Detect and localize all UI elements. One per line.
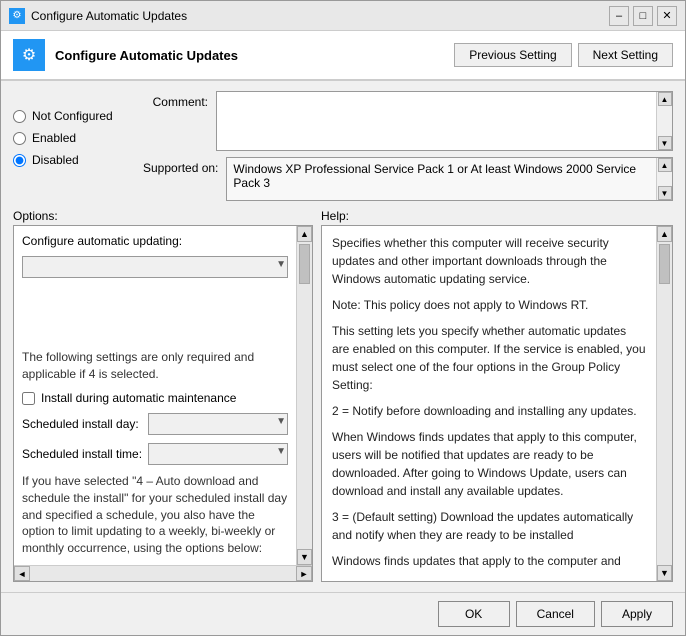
window-title: Configure Automatic Updates [31,9,187,23]
previous-setting-button[interactable]: Previous Setting [454,43,571,67]
radio-disabled-input[interactable] [13,154,26,167]
right-fields: Comment: ▲ ▼ Supported on: Windows X [143,91,673,201]
comment-row: Comment: ▲ ▼ [143,91,673,151]
bottom-bar: OK Cancel Apply [1,592,685,635]
close-button[interactable]: ✕ [657,6,677,26]
radio-enabled-label: Enabled [32,131,76,145]
help-p6: 3 = (Default setting) Download the updat… [332,508,646,544]
schedule-day-dropdown-container: ▼ [148,413,288,435]
options-content: Configure automatic updating: ▼ The foll… [14,226,296,565]
options-vscrollbar: ▲ ▼ [296,226,312,565]
radio-not-configured-input[interactable] [13,110,26,123]
applicable-text: The following settings are only required… [22,349,288,383]
schedule-day-dropdown[interactable] [148,413,288,435]
help-p2: Note: This policy does not apply to Wind… [332,296,646,314]
install-maintenance-checkbox[interactable] [22,392,35,405]
header-icon: ⚙ [13,39,45,71]
top-section: Not Configured Enabled Disabled Comment: [13,91,673,201]
configure-label: Configure automatic updating: [22,234,288,248]
help-scroll-thumb[interactable] [659,244,670,284]
schedule-time-dropdown[interactable] [148,443,288,465]
supported-scroll-track [658,172,672,186]
sections-row: Configure automatic updating: ▼ The foll… [13,225,673,582]
configure-dropdown[interactable] [22,256,288,278]
options-hscrollbar: ◄ ► [14,565,312,581]
comment-scroll-down[interactable]: ▼ [658,136,672,150]
comment-textarea[interactable] [217,92,656,150]
configure-dropdown-container: ▼ [22,256,288,341]
radio-enabled[interactable]: Enabled [13,131,133,145]
radio-disabled-label: Disabled [32,153,79,167]
window-icon: ⚙ [9,8,25,24]
radio-disabled[interactable]: Disabled [13,153,133,167]
install-maintenance-label: Install during automatic maintenance [41,391,236,405]
help-scroll-track [657,242,672,565]
main-window: ⚙ Configure Automatic Updates – □ ✕ ⚙ Co… [0,0,686,636]
comment-scroll-up[interactable]: ▲ [658,92,672,106]
title-buttons: – □ ✕ [609,6,677,26]
header-area: ⚙ Configure Automatic Updates Previous S… [1,31,685,81]
supported-scroll: Windows XP Professional Service Pack 1 o… [226,157,673,201]
header-title: Configure Automatic Updates [55,48,238,63]
schedule-time-row: Scheduled install time: ▼ [22,443,288,465]
help-section: Specifies whether this computer will rec… [321,225,673,582]
options-hscroll-left[interactable]: ◄ [14,566,30,581]
apply-button[interactable]: Apply [601,601,673,627]
help-vscrollbar: ▲ ▼ [656,226,672,581]
supported-label: Supported on: [143,157,218,175]
bottom-paragraph: If you have selected "4 – Auto download … [22,473,288,557]
title-bar: ⚙ Configure Automatic Updates – □ ✕ [1,1,685,31]
cancel-button[interactable]: Cancel [516,601,595,627]
radio-not-configured[interactable]: Not Configured [13,109,133,123]
schedule-day-label: Scheduled install day: [22,417,142,431]
radio-enabled-input[interactable] [13,132,26,145]
comment-scrollbar: ▲ ▼ [656,92,672,150]
options-hscroll-track [30,566,296,581]
options-section-title: Options: [13,209,313,223]
minimize-button[interactable]: – [609,6,629,26]
title-bar-left: ⚙ Configure Automatic Updates [9,8,187,24]
checkbox-row[interactable]: Install during automatic maintenance [22,391,288,405]
labels-row: Options: Help: [13,209,673,223]
help-p7: Windows finds updates that apply to the … [332,552,646,570]
options-scroll-thumb[interactable] [299,244,310,284]
supported-scroll-up[interactable]: ▲ [658,158,672,172]
maximize-button[interactable]: □ [633,6,653,26]
radio-not-configured-label: Not Configured [32,109,113,123]
options-scroll-up[interactable]: ▲ [297,226,312,242]
help-p5: When Windows finds updates that apply to… [332,428,646,500]
help-p4: 2 = Notify before downloading and instal… [332,402,646,420]
comment-scroll-track [658,106,672,136]
comment-scroll: ▲ ▼ [216,91,673,151]
comment-label: Comment: [143,91,208,109]
options-section: Configure automatic updating: ▼ The foll… [13,225,313,582]
header-buttons: Previous Setting Next Setting [454,43,673,67]
help-p1: Specifies whether this computer will rec… [332,234,646,288]
help-content: Specifies whether this computer will rec… [322,226,656,581]
schedule-day-row: Scheduled install day: ▼ [22,413,288,435]
help-scroll-up[interactable]: ▲ [657,226,672,242]
supported-row: Supported on: Windows XP Professional Se… [143,157,673,201]
ok-button[interactable]: OK [438,601,510,627]
help-p3: This setting lets you specify whether au… [332,322,646,394]
header-left: ⚙ Configure Automatic Updates [13,39,238,71]
options-scroll-track [297,242,312,549]
supported-scrollbar: ▲ ▼ [656,158,672,200]
next-setting-button[interactable]: Next Setting [578,43,673,67]
options-scroll-down[interactable]: ▼ [297,549,312,565]
supported-value: Windows XP Professional Service Pack 1 o… [227,158,656,200]
content-area: Not Configured Enabled Disabled Comment: [1,81,685,592]
radio-group: Not Configured Enabled Disabled [13,91,133,201]
options-hscroll-right[interactable]: ► [296,566,312,581]
help-section-title: Help: [321,209,673,223]
schedule-time-label: Scheduled install time: [22,447,142,461]
schedule-time-dropdown-container: ▼ [148,443,288,465]
help-scroll-down[interactable]: ▼ [657,565,672,581]
supported-scroll-down[interactable]: ▼ [658,186,672,200]
